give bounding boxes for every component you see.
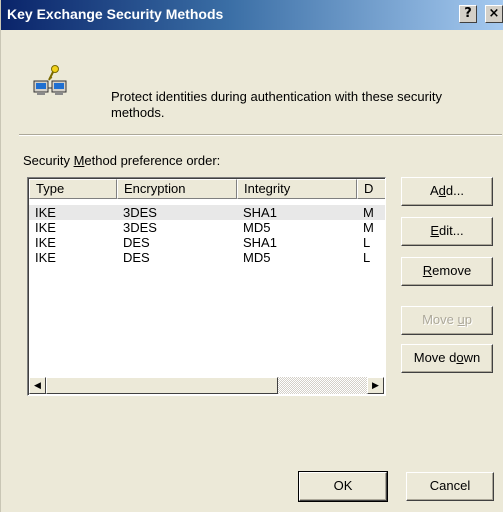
- cell-encryption: 3DES: [123, 205, 157, 220]
- column-header-encryption[interactable]: Encryption: [117, 179, 237, 199]
- add-button[interactable]: Add...: [401, 177, 493, 206]
- column-header-integrity[interactable]: Integrity: [237, 179, 357, 199]
- scroll-left-arrow-icon[interactable]: ◀: [29, 377, 46, 394]
- cancel-button[interactable]: Cancel: [406, 472, 494, 501]
- cell-integrity: SHA1: [243, 235, 277, 250]
- cell-type: IKE: [35, 235, 56, 250]
- cell-encryption: 3DES: [123, 220, 157, 235]
- close-button[interactable]: ×: [485, 5, 503, 23]
- move-up-button[interactable]: Move up: [401, 306, 493, 335]
- scroll-thumb[interactable]: [46, 377, 278, 394]
- cell-encryption: DES: [123, 235, 150, 250]
- cell-encryption: DES: [123, 250, 150, 265]
- scroll-track[interactable]: [46, 377, 367, 394]
- column-header-d[interactable]: D: [357, 179, 385, 199]
- cell-d: M: [363, 205, 374, 220]
- cell-d: M: [363, 220, 374, 235]
- cell-type: IKE: [35, 220, 56, 235]
- network-key-icon: [33, 64, 69, 100]
- description-text: Protect identities during authentication…: [111, 89, 442, 120]
- cell-d: L: [363, 250, 371, 265]
- cell-integrity: MD5: [243, 220, 271, 235]
- list-header: Type Encryption Integrity D: [29, 179, 385, 199]
- window-title: Key Exchange Security Methods: [7, 6, 224, 22]
- column-header-type[interactable]: Type: [29, 179, 117, 199]
- horizontal-scrollbar[interactable]: ◀ ▶: [29, 377, 384, 394]
- list-row[interactable]: IKE 3DES SHA1 M: [29, 205, 385, 220]
- list-row[interactable]: IKE 3DES MD5 M: [29, 220, 385, 235]
- title-bar[interactable]: Key Exchange Security Methods ? ×: [1, 0, 503, 30]
- cell-integrity: SHA1: [243, 205, 277, 220]
- separator: [19, 134, 502, 136]
- scroll-right-arrow-icon[interactable]: ▶: [367, 377, 384, 394]
- cell-d: L: [363, 235, 371, 250]
- security-methods-list[interactable]: Type Encryption Integrity D IKE 3DES SHA…: [27, 177, 386, 396]
- cell-type: IKE: [35, 205, 56, 220]
- edit-button[interactable]: Edit...: [401, 217, 493, 246]
- cell-integrity: MD5: [243, 250, 271, 265]
- help-button[interactable]: ?: [459, 5, 477, 23]
- ok-button[interactable]: OK: [298, 471, 388, 502]
- cell-type: IKE: [35, 250, 56, 265]
- list-label: Security Method preference order:: [23, 153, 221, 168]
- move-down-button[interactable]: Move down: [401, 344, 493, 373]
- list-row[interactable]: IKE DES SHA1 L: [29, 235, 385, 250]
- list-row[interactable]: IKE DES MD5 L: [29, 250, 385, 265]
- remove-button[interactable]: Remove: [401, 257, 493, 286]
- dialog-window: Key Exchange Security Methods ? × Protec…: [0, 0, 503, 512]
